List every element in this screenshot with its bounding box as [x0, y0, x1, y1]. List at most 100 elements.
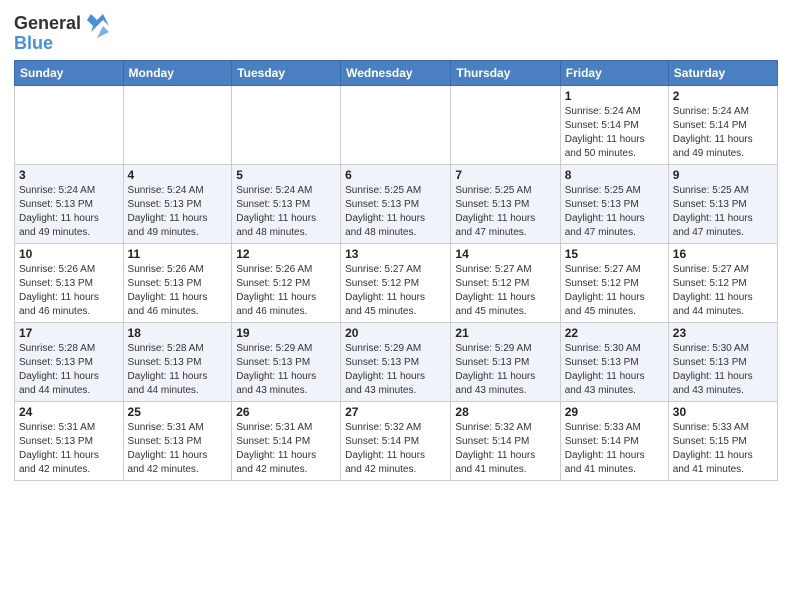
calendar-cell: 12 Sunrise: 5:26 AM Sunset: 5:12 PM Dayli… [232, 243, 341, 322]
day-number: 16 [673, 247, 773, 261]
calendar-week-row: 10Sunrise: 5:26 AM Sunset: 5:13 PM Dayli… [15, 243, 778, 322]
day-info: Sunrise: 5:30 AM Sunset: 5:13 PM Dayligh… [565, 342, 664, 398]
day-number: 15 [565, 247, 664, 261]
day-number: 25 [128, 405, 228, 419]
day-info: Sunrise: 5:30 AM Sunset: 5:13 PM Dayligh… [673, 342, 773, 398]
day-info: Sunrise: 5:28 AM Sunset: 5:13 PM Dayligh… [19, 342, 119, 398]
day-number: 1 [565, 89, 664, 103]
calendar-cell: 26 Sunrise: 5:31 AM Sunset: 5:14 PM Dayli… [232, 401, 341, 480]
calendar-cell: 6 Sunrise: 5:25 AM Sunset: 5:13 PM Daylig… [341, 164, 451, 243]
day-info: Sunrise: 5:29 AM Sunset: 5:13 PM Dayligh… [236, 342, 336, 398]
day-number: 6 [345, 168, 446, 182]
day-number: 23 [673, 326, 773, 340]
logo-icon [83, 10, 111, 38]
calendar-cell: 8 Sunrise: 5:25 AM Sunset: 5:13 PM Daylig… [560, 164, 668, 243]
day-number: 11 [128, 247, 228, 261]
day-info: Sunrise: 5:25 AM Sunset: 5:13 PM Dayligh… [455, 184, 555, 240]
day-info: Sunrise: 5:26 AM Sunset: 5:13 PM Dayligh… [19, 263, 119, 319]
day-number: 3 [19, 168, 119, 182]
day-info: Sunrise: 5:24 AM Sunset: 5:13 PM Dayligh… [19, 184, 119, 240]
day-info: Sunrise: 5:26 AM Sunset: 5:13 PM Dayligh… [128, 263, 228, 319]
calendar-header-row: SundayMondayTuesdayWednesdayThursdayFrid… [15, 60, 778, 85]
logo-text-general: General [14, 14, 81, 34]
calendar-header-saturday: Saturday [668, 60, 777, 85]
calendar-cell: 3 Sunrise: 5:24 AM Sunset: 5:13 PM Daylig… [15, 164, 124, 243]
day-number: 4 [128, 168, 228, 182]
calendar-cell: 22 Sunrise: 5:30 AM Sunset: 5:13 PM Dayli… [560, 322, 668, 401]
calendar-week-row: 17 Sunrise: 5:28 AM Sunset: 5:13 PM Dayli… [15, 322, 778, 401]
calendar-cell: 5 Sunrise: 5:24 AM Sunset: 5:13 PM Daylig… [232, 164, 341, 243]
day-info: Sunrise: 5:25 AM Sunset: 5:13 PM Dayligh… [565, 184, 664, 240]
page: General Blue SundayMondayTuesdayWednesda… [0, 0, 792, 612]
calendar-cell [451, 85, 560, 164]
day-info: Sunrise: 5:25 AM Sunset: 5:13 PM Dayligh… [345, 184, 446, 240]
day-number: 5 [236, 168, 336, 182]
day-info: Sunrise: 5:33 AM Sunset: 5:15 PM Dayligh… [673, 421, 773, 477]
calendar-cell [15, 85, 124, 164]
calendar-cell: 16 Sunrise: 5:27 AM Sunset: 5:12 PM Dayli… [668, 243, 777, 322]
day-number: 29 [565, 405, 664, 419]
header: General Blue [14, 10, 778, 54]
calendar-cell: 10Sunrise: 5:26 AM Sunset: 5:13 PM Dayli… [15, 243, 124, 322]
calendar-cell: 15Sunrise: 5:27 AM Sunset: 5:12 PM Dayli… [560, 243, 668, 322]
calendar-table: SundayMondayTuesdayWednesdayThursdayFrid… [14, 60, 778, 481]
calendar-week-row: 1 Sunrise: 5:24 AM Sunset: 5:14 PM Daylig… [15, 85, 778, 164]
day-number: 19 [236, 326, 336, 340]
day-info: Sunrise: 5:27 AM Sunset: 5:12 PM Dayligh… [345, 263, 446, 319]
logo: General Blue [14, 10, 111, 54]
day-info: Sunrise: 5:32 AM Sunset: 5:14 PM Dayligh… [345, 421, 446, 477]
calendar-week-row: 3 Sunrise: 5:24 AM Sunset: 5:13 PM Daylig… [15, 164, 778, 243]
calendar-cell: 1 Sunrise: 5:24 AM Sunset: 5:14 PM Daylig… [560, 85, 668, 164]
calendar-header-thursday: Thursday [451, 60, 560, 85]
calendar-cell: 25 Sunrise: 5:31 AM Sunset: 5:13 PM Dayli… [123, 401, 232, 480]
day-number: 18 [128, 326, 228, 340]
calendar-cell: 24Sunrise: 5:31 AM Sunset: 5:13 PM Dayli… [15, 401, 124, 480]
day-info: Sunrise: 5:24 AM Sunset: 5:13 PM Dayligh… [128, 184, 228, 240]
day-number: 8 [565, 168, 664, 182]
day-number: 27 [345, 405, 446, 419]
day-number: 7 [455, 168, 555, 182]
calendar-cell: 30 Sunrise: 5:33 AM Sunset: 5:15 PM Dayli… [668, 401, 777, 480]
calendar-header-monday: Monday [123, 60, 232, 85]
day-info: Sunrise: 5:31 AM Sunset: 5:13 PM Dayligh… [128, 421, 228, 477]
day-number: 14 [455, 247, 555, 261]
day-number: 20 [345, 326, 446, 340]
day-info: Sunrise: 5:27 AM Sunset: 5:12 PM Dayligh… [673, 263, 773, 319]
calendar-cell: 18 Sunrise: 5:28 AM Sunset: 5:13 PM Dayli… [123, 322, 232, 401]
day-number: 12 [236, 247, 336, 261]
day-info: Sunrise: 5:33 AM Sunset: 5:14 PM Dayligh… [565, 421, 664, 477]
calendar-cell: 27 Sunrise: 5:32 AM Sunset: 5:14 PM Dayli… [341, 401, 451, 480]
calendar-header-tuesday: Tuesday [232, 60, 341, 85]
calendar-cell: 13 Sunrise: 5:27 AM Sunset: 5:12 PM Dayli… [341, 243, 451, 322]
calendar-cell: 29 Sunrise: 5:33 AM Sunset: 5:14 PM Dayli… [560, 401, 668, 480]
day-info: Sunrise: 5:26 AM Sunset: 5:12 PM Dayligh… [236, 263, 336, 319]
calendar-cell [123, 85, 232, 164]
day-number: 9 [673, 168, 773, 182]
day-info: Sunrise: 5:29 AM Sunset: 5:13 PM Dayligh… [455, 342, 555, 398]
calendar-cell: 9 Sunrise: 5:25 AM Sunset: 5:13 PM Daylig… [668, 164, 777, 243]
day-number: 17 [19, 326, 119, 340]
calendar-cell [341, 85, 451, 164]
day-info: Sunrise: 5:24 AM Sunset: 5:14 PM Dayligh… [565, 105, 664, 161]
day-info: Sunrise: 5:25 AM Sunset: 5:13 PM Dayligh… [673, 184, 773, 240]
day-number: 24 [19, 405, 119, 419]
day-number: 2 [673, 89, 773, 103]
day-number: 30 [673, 405, 773, 419]
calendar-cell: 19 Sunrise: 5:29 AM Sunset: 5:13 PM Dayli… [232, 322, 341, 401]
day-number: 26 [236, 405, 336, 419]
calendar-header-friday: Friday [560, 60, 668, 85]
day-info: Sunrise: 5:24 AM Sunset: 5:13 PM Dayligh… [236, 184, 336, 240]
calendar-cell: 14 Sunrise: 5:27 AM Sunset: 5:12 PM Dayli… [451, 243, 560, 322]
day-number: 21 [455, 326, 555, 340]
day-info: Sunrise: 5:29 AM Sunset: 5:13 PM Dayligh… [345, 342, 446, 398]
calendar-cell: 2 Sunrise: 5:24 AM Sunset: 5:14 PM Daylig… [668, 85, 777, 164]
day-number: 13 [345, 247, 446, 261]
calendar-week-row: 24 Sunrise: 5:31 AM Sunset: 5:13 PM Dayli… [15, 401, 778, 480]
day-info: Sunrise: 5:24 AM Sunset: 5:14 PM Dayligh… [673, 105, 773, 161]
day-number: 28 [455, 405, 555, 419]
day-info: Sunrise: 5:28 AM Sunset: 5:13 PM Dayligh… [128, 342, 228, 398]
calendar-cell: 17 Sunrise: 5:28 AM Sunset: 5:13 PM Dayli… [15, 322, 124, 401]
day-number: 22 [565, 326, 664, 340]
day-info: Sunrise: 5:27 AM Sunset: 5:12 PM Dayligh… [455, 263, 555, 319]
day-info: Sunrise: 5:31 AM Sunset: 5:14 PM Dayligh… [236, 421, 336, 477]
